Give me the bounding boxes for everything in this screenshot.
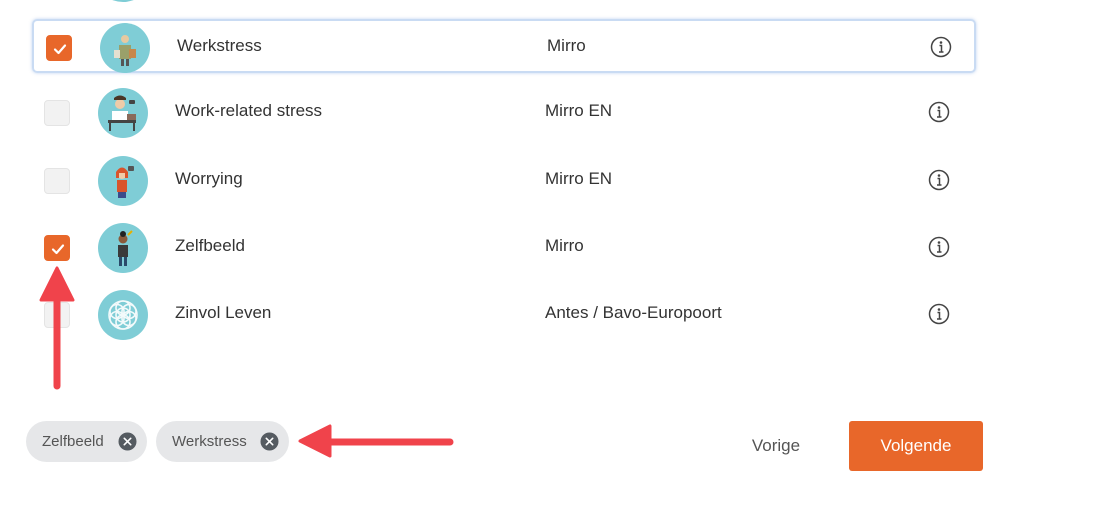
info-icon[interactable] <box>928 169 950 191</box>
program-name: Zinvol Leven <box>175 303 272 322</box>
person-standing-icon <box>98 223 148 273</box>
info-icon[interactable] <box>928 101 950 123</box>
info-icon[interactable] <box>930 36 952 58</box>
program-row-werkstress[interactable]: Werkstress Mirro <box>32 19 976 73</box>
program-checkbox-werkstress[interactable] <box>46 35 72 61</box>
program-row-worrying[interactable]: Worrying Mirro EN <box>32 154 976 208</box>
program-checkbox-worrying[interactable] <box>44 168 70 194</box>
program-source: Mirro <box>545 236 584 255</box>
chip-label: Zelfbeeld <box>42 433 104 450</box>
program-row-work-related-stress[interactable]: Work-related stress Mirro EN <box>32 86 976 140</box>
program-checkbox-zelfbeeld[interactable] <box>44 235 70 261</box>
program-name: Worrying <box>175 169 243 188</box>
program-source: Antes / Bavo-Europoort <box>545 303 722 322</box>
program-name: Work-related stress <box>175 101 323 120</box>
checkmark-icon <box>51 244 65 255</box>
chip-label: Werkstress <box>172 433 247 450</box>
info-icon[interactable] <box>928 303 950 325</box>
next-button[interactable]: Volgende <box>849 421 983 471</box>
program-row-zinvol-leven[interactable]: Zinvol Leven Antes / Bavo-Europoort <box>32 288 976 342</box>
previous-button[interactable]: Vorige <box>736 422 816 470</box>
program-source: Mirro <box>547 36 586 55</box>
program-source: Mirro EN <box>545 101 613 120</box>
annotation-arrow-left-icon <box>298 424 454 458</box>
person-at-desk-icon <box>98 88 148 138</box>
program-name: Werkstress <box>177 36 262 55</box>
flower-of-life-icon <box>98 290 148 340</box>
program-name: Zelfbeeld <box>175 236 245 255</box>
selected-chip-zelfbeeld: Zelfbeeld <box>26 421 147 462</box>
close-icon[interactable] <box>118 432 137 451</box>
info-icon[interactable] <box>928 236 950 258</box>
program-checkbox-work-related-stress[interactable] <box>44 100 70 126</box>
selected-chip-werkstress: Werkstress <box>156 421 289 462</box>
avatar-partial-previous-row <box>98 0 148 2</box>
worried-person-icon <box>98 156 148 206</box>
checkmark-icon <box>53 44 67 55</box>
person-with-folders-icon <box>100 23 150 73</box>
close-icon[interactable] <box>260 432 279 451</box>
program-row-zelfbeeld[interactable]: Zelfbeeld Mirro <box>32 221 976 275</box>
program-source: Mirro EN <box>545 169 613 188</box>
annotation-arrow-up-icon <box>39 266 75 390</box>
